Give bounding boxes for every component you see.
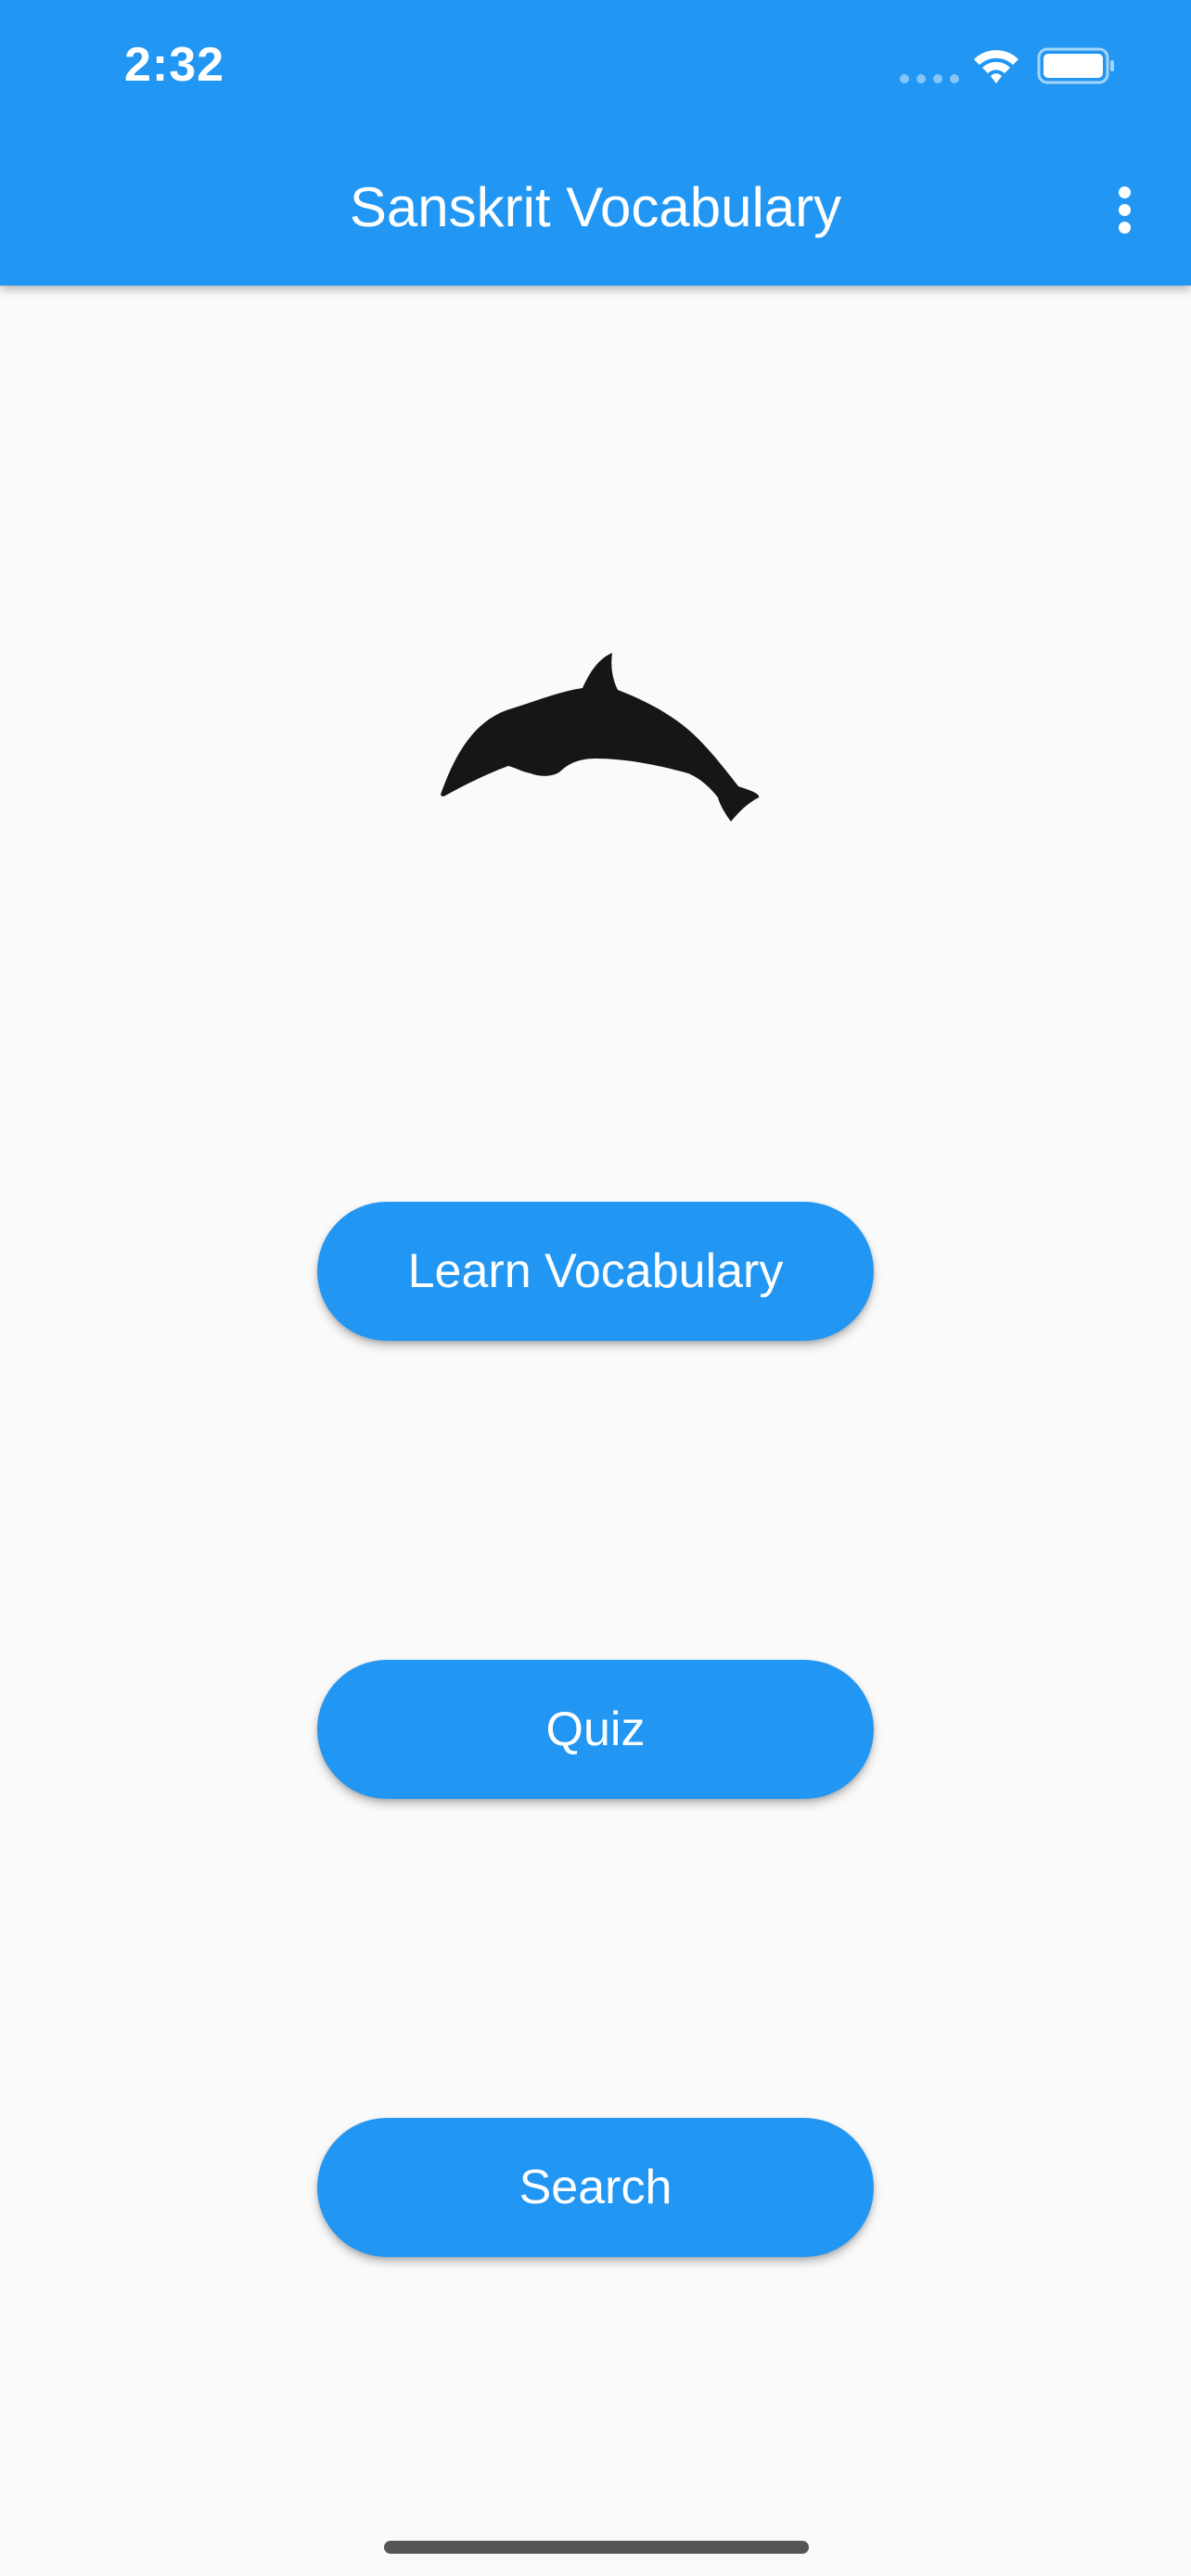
wifi-icon <box>974 50 1018 83</box>
app-title: Sanskrit Vocabulary <box>349 176 842 238</box>
battery-icon <box>1037 47 1114 84</box>
status-time: 2:32 <box>124 38 225 92</box>
dolphin-icon <box>441 653 760 822</box>
home-indicator[interactable] <box>384 2541 809 2554</box>
app-bar: 2:32 Sanskrit Vocabulary <box>0 0 1191 286</box>
cellular-signal-icon <box>900 74 959 83</box>
learn-vocabulary-button[interactable]: Learn Vocabulary <box>317 1202 874 1341</box>
more-vertical-icon[interactable] <box>1104 176 1145 241</box>
search-button[interactable]: Search <box>317 2118 874 2257</box>
quiz-button[interactable]: Quiz <box>317 1660 874 1799</box>
